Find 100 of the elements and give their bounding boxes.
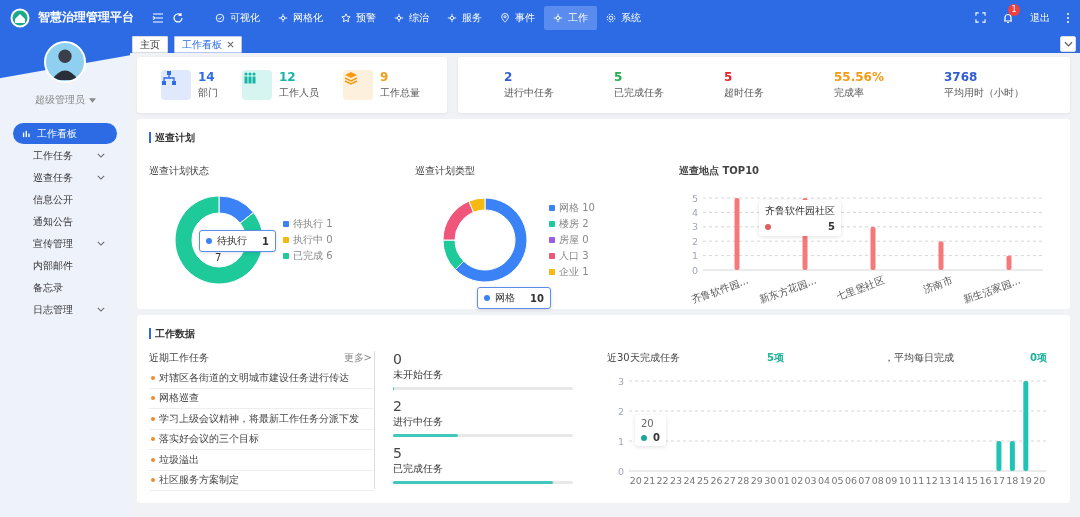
- axis-category-label: 08: [871, 475, 884, 486]
- sidebar-item[interactable]: 宣传管理: [13, 233, 117, 254]
- more-icon[interactable]: [1066, 11, 1070, 24]
- refresh-icon[interactable]: [172, 11, 184, 24]
- sidebar-item[interactable]: 备忘录: [13, 277, 117, 298]
- stat-label: 超时任务: [724, 86, 765, 100]
- more-link[interactable]: 更多>: [343, 351, 372, 365]
- task-list-item[interactable]: 学习上级会议精神，将最新工作任务分派下发: [149, 409, 374, 430]
- bar[interactable]: [1006, 255, 1012, 270]
- chevron-down-icon: [1063, 41, 1073, 47]
- sidebar-item[interactable]: 工作任务: [13, 145, 117, 166]
- people-icon: [242, 70, 272, 100]
- nav-tab[interactable]: 系统: [597, 5, 650, 30]
- nav-tab[interactable]: 可视化: [206, 5, 269, 30]
- legend-label[interactable]: 执行中 0: [293, 233, 333, 247]
- axis-tick-label: 4: [691, 206, 698, 218]
- axis-category-label: 02: [791, 475, 804, 486]
- total-value: 5项: [767, 351, 784, 365]
- bar[interactable]: [870, 226, 876, 270]
- chart-title: 巡查计划状态: [149, 164, 209, 178]
- axis-category-label: 24: [683, 475, 696, 486]
- stat-value: 55.56%: [834, 70, 885, 84]
- legend-label[interactable]: 企业 1: [559, 265, 589, 279]
- donut-slice[interactable]: [218, 195, 254, 224]
- crosshair-icon: [447, 12, 457, 23]
- axis-category-label: 05: [831, 475, 844, 486]
- sidebar-item[interactable]: 通知公告: [13, 211, 117, 232]
- user-name[interactable]: 超级管理员: [34, 93, 85, 107]
- tooltip-value: 5: [828, 221, 835, 232]
- donut-slice[interactable]: [174, 195, 264, 285]
- progress-value: 5: [393, 445, 403, 461]
- stat-value: 5: [614, 70, 624, 84]
- task-list-item[interactable]: 垃圾溢出: [149, 450, 374, 471]
- axis-category-label: 06: [844, 475, 857, 486]
- donut-slice[interactable]: [454, 197, 528, 283]
- nav-tab[interactable]: 综治: [385, 5, 438, 30]
- axis-category-label: 07: [858, 475, 871, 486]
- sidebar-item[interactable]: 巡查任务: [13, 167, 117, 188]
- dropdown-button[interactable]: [1060, 36, 1076, 52]
- sidebar-item[interactable]: 工作看板: [13, 123, 117, 144]
- donut-slice[interactable]: [442, 200, 474, 241]
- chart-subtitle: ，平均每日完成: [883, 351, 955, 365]
- bar[interactable]: [1009, 441, 1015, 471]
- list-title: 近期工作任务: [149, 351, 209, 365]
- axis-category-label: 22: [656, 475, 669, 486]
- axis-category-label: 25: [696, 475, 710, 486]
- axis-category-label: 11: [912, 475, 925, 486]
- task-list-item[interactable]: 网格巡查: [149, 388, 374, 409]
- axis-category-label: 12: [925, 475, 938, 486]
- nav-tab[interactable]: 网格化: [269, 5, 332, 30]
- nav-tab[interactable]: 工作: [544, 5, 597, 30]
- bell-icon[interactable]: [1002, 11, 1014, 24]
- task-list-item[interactable]: 社区服务方案制定: [149, 470, 374, 491]
- task-list-item[interactable]: 落实好会议的三个目标: [149, 429, 374, 450]
- legend-label[interactable]: 人口 3: [559, 249, 589, 263]
- stat-label: 完成率: [834, 86, 865, 100]
- stat-label: 工作人员: [279, 86, 319, 100]
- page-tab[interactable]: 工作看板: [174, 36, 242, 53]
- axis-tick-label: 3: [691, 221, 698, 233]
- axis-tick-label: 1: [691, 250, 698, 262]
- stat-label: 工作总量: [380, 86, 420, 100]
- menu-icon[interactable]: [152, 11, 164, 24]
- tooltip-value: 0: [653, 432, 660, 443]
- avatar[interactable]: [44, 41, 86, 83]
- legend-label[interactable]: 已完成 6: [293, 249, 333, 263]
- stat-value: 12: [279, 70, 297, 84]
- nav-tab[interactable]: 服务: [438, 5, 491, 30]
- axis-category-label: 新东方花园...: [757, 274, 818, 306]
- axis-category-label: 26: [710, 475, 723, 486]
- axis-tick-label: 0: [691, 264, 698, 276]
- sidebar-item[interactable]: 内部邮件: [13, 255, 117, 276]
- nav-tab[interactable]: 事件: [491, 5, 544, 30]
- stat-value: 14: [198, 70, 216, 84]
- sidebar-item[interactable]: 日志管理: [13, 299, 117, 320]
- caret-icon[interactable]: [88, 97, 96, 103]
- progress-label: 进行中任务: [393, 415, 444, 429]
- donut-slice[interactable]: [442, 239, 465, 271]
- bar-chart-icon: [22, 129, 31, 138]
- logout-link[interactable]: 退出: [1030, 10, 1050, 25]
- crosshair-icon: [394, 12, 404, 23]
- task-list-item[interactable]: 对辖区各街道的文明城市建设任务进行传达: [149, 368, 374, 389]
- donut-slice[interactable]: [468, 197, 486, 213]
- close-icon[interactable]: [227, 41, 234, 48]
- bar[interactable]: [938, 241, 944, 270]
- axis-category-label: 19: [1019, 475, 1032, 486]
- legend-label[interactable]: 房屋 0: [559, 233, 589, 247]
- axis-category-label: 17: [992, 475, 1005, 486]
- legend-label[interactable]: 网格 10: [559, 201, 595, 215]
- bar[interactable]: [996, 441, 1002, 471]
- legend-label[interactable]: 待执行 1: [293, 217, 333, 231]
- axis-category-label: 04: [818, 475, 831, 486]
- axis-tick-label: 3: [617, 375, 624, 387]
- chart-title: 近30天完成任务: [607, 351, 681, 365]
- sidebar-item[interactable]: 信息公开: [13, 189, 117, 210]
- legend-label[interactable]: 楼房 2: [559, 217, 589, 231]
- fullscreen-icon[interactable]: [975, 12, 986, 23]
- chart-title: 巡查计划类型: [415, 164, 475, 178]
- page-tab[interactable]: 主页: [132, 36, 168, 53]
- nav-tab[interactable]: 预警: [332, 5, 385, 30]
- axis-tick-label: 5: [691, 192, 698, 204]
